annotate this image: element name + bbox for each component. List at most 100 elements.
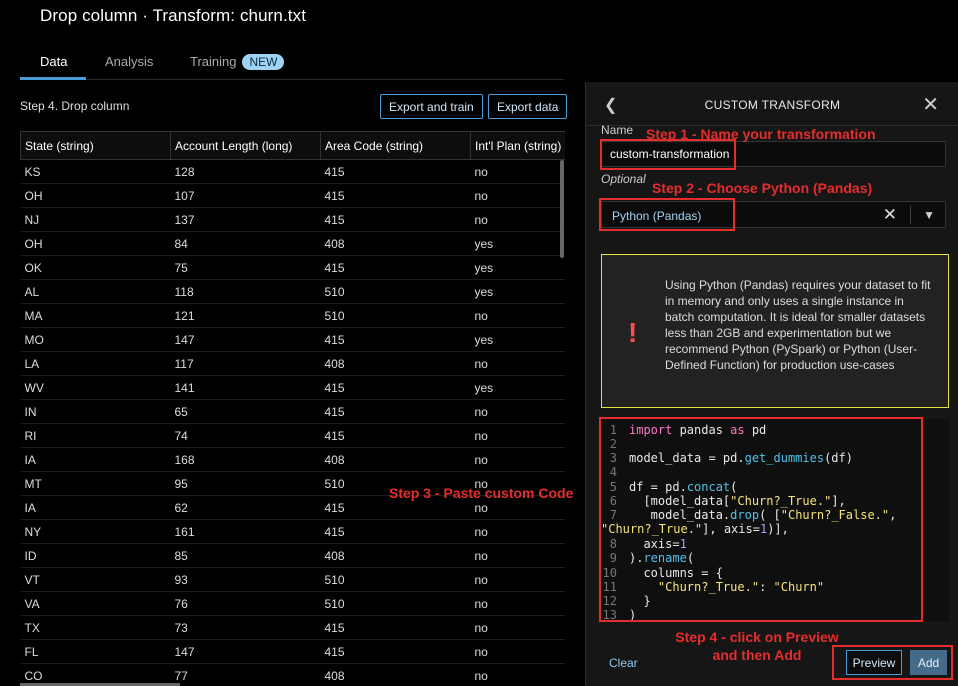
table-cell: IA [20,447,171,472]
add-button[interactable]: Add [910,650,947,675]
table-cell: 73 [170,615,321,640]
column-header[interactable]: State (string) [20,131,171,160]
table-cell: yes [470,231,565,256]
step4-annotation-line2: and then Add [712,647,802,663]
clear-button[interactable]: Clear [609,656,638,670]
tab-bar: Data Analysis Training NEW [20,44,564,80]
code-line: 10 columns = { [602,566,723,580]
table-cell: 408 [320,231,471,256]
line-number: 6 [609,494,617,508]
table-cell: 415 [320,207,471,232]
table-cell: 107 [170,183,321,208]
table-row: ID 85 408 no [20,543,565,568]
table-cell: 415 [320,159,471,184]
table-row: VA 76 510 no [20,591,565,616]
name-input[interactable] [601,141,946,167]
line-number: 4 [609,465,617,479]
table-cell: 168 [170,447,321,472]
table-cell: 117 [170,351,321,376]
table-row: FL 147 415 no [20,639,565,664]
line-number: 13 [602,608,617,622]
table-cell: 415 [320,399,471,424]
table-cell: no [470,639,565,664]
table-cell: 85 [170,543,321,568]
table-cell: no [470,543,565,568]
tab-data[interactable]: Data [40,54,67,69]
data-table-container: State (string) Account Length (long) Are… [20,131,565,686]
column-header[interactable]: Area Code (string) [320,131,471,160]
table-row: IA 168 408 no [20,447,565,472]
code-line: 12 } [602,594,651,608]
table-row: MA 121 510 no [20,303,565,328]
table-cell: 75 [170,255,321,280]
table-cell: 137 [170,207,321,232]
table-row: OH 107 415 no [20,183,565,208]
table-cell: 510 [320,591,471,616]
table-row: IN 65 415 no [20,399,565,424]
table-cell: yes [470,279,565,304]
table-cell: no [470,567,565,592]
table-vertical-scrollbar[interactable] [560,160,564,258]
table-cell: RI [20,423,171,448]
line-number: 9 [609,551,617,565]
code-line: 2 [601,437,629,451]
table-row: RI 74 415 no [20,423,565,448]
table-cell: 510 [320,279,471,304]
caret-down-icon[interactable]: ▼ [923,208,935,222]
line-number: 11 [602,580,617,594]
optional-label: Optional [601,172,646,186]
table-cell: no [470,303,565,328]
table-cell: no [470,183,565,208]
table-cell: MA [20,303,171,328]
line-number: 3 [609,451,617,465]
table-row: TX 73 415 no [20,615,565,640]
table-cell: 415 [320,327,471,352]
panel-header: ❮ CUSTOM TRANSFORM ✕ [586,82,958,126]
x-icon[interactable]: ✕ [883,205,897,225]
line-number: 1 [609,423,617,437]
code-line: "Churn?_True."], axis=1)], [601,522,789,536]
language-select[interactable]: Python (Pandas) ✕ ▼ [601,201,946,228]
table-cell: no [470,159,565,184]
code-editor[interactable]: 1 import pandas as pd 2 3 model_data = pd.… [601,419,949,622]
table-cell: 408 [320,543,471,568]
column-header[interactable]: Account Length (long) [170,131,321,160]
table-cell: 510 [320,567,471,592]
table-cell: 93 [170,567,321,592]
table-header-row: State (string) Account Length (long) Are… [20,131,565,160]
active-tab-indicator [20,77,86,80]
table-cell: 415 [320,255,471,280]
panel-title: CUSTOM TRANSFORM [704,98,841,112]
step4-annotation-line1: Step 4 - click on Preview [675,629,839,645]
select-divider [910,206,911,224]
tab-training[interactable]: Training NEW [190,54,285,70]
table-row: MO 147 415 yes [20,327,565,352]
language-select-value: Python (Pandas) [612,209,702,223]
table-cell: OH [20,183,171,208]
table-cell: 76 [170,591,321,616]
column-header[interactable]: Int'l Plan (string) [470,131,565,160]
export-and-train-button[interactable]: Export and train [380,94,483,119]
table-cell: no [470,351,565,376]
preview-button[interactable]: Preview [846,650,902,675]
step3-annotation: Step 3 - Paste custom Code [389,485,574,501]
table-cell: yes [470,255,565,280]
tab-analysis[interactable]: Analysis [105,54,153,69]
export-data-button[interactable]: Export data [488,94,568,119]
table-row: NY 161 415 no [20,519,565,544]
table-cell: 510 [320,303,471,328]
line-number: 5 [609,480,617,494]
close-icon[interactable]: ✕ [922,92,939,117]
exclamation-icon: ! [628,317,638,348]
table-cell: OH [20,231,171,256]
table-cell: no [470,591,565,616]
table-body: KS 128 415 no OH 107 415 no NJ 137 415 no OH 84 408 yes… [20,159,565,686]
table-cell: 415 [320,639,471,664]
table-row: AL 118 510 yes [20,279,565,304]
code-line: 5 df = pd.concat( [601,480,738,494]
table-cell: 408 [320,663,471,686]
table-cell: 147 [170,327,321,352]
data-table: State (string) Account Length (long) Are… [20,131,565,686]
step2-annotation: Step 2 - Choose Python (Pandas) [652,180,873,196]
table-row: NJ 137 415 no [20,207,565,232]
